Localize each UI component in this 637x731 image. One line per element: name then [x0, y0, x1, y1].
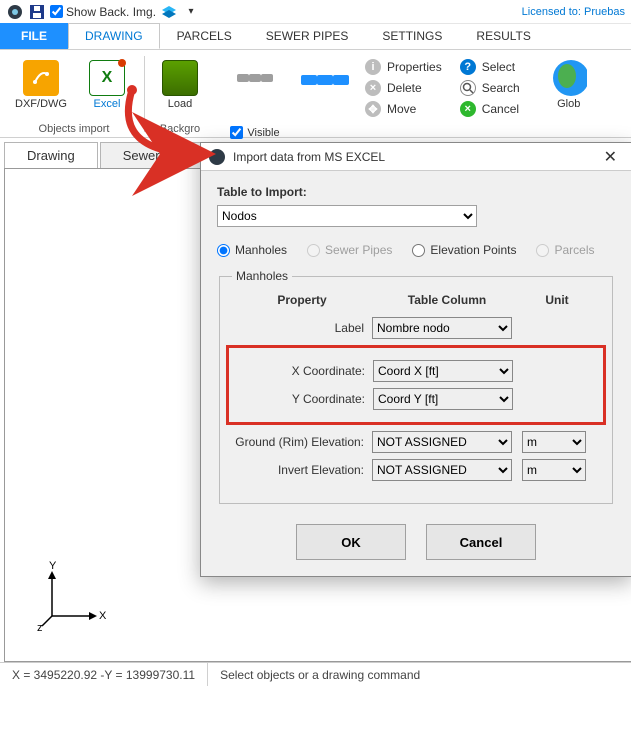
- radio-manholes[interactable]: Manholes: [217, 243, 287, 257]
- question-icon: ?: [460, 59, 476, 75]
- table-to-import-label: Table to Import:: [217, 185, 615, 199]
- globe-label: Glob: [557, 98, 580, 110]
- radio-sewer-pipes: Sewer Pipes: [307, 243, 392, 257]
- tab-drawing[interactable]: DRAWING: [68, 23, 160, 49]
- ribbon-tabs: FILE DRAWING PARCELS SEWER PIPES SETTING…: [0, 24, 637, 50]
- manholes-group: Manholes Property Table Column Unit Labe…: [219, 269, 613, 504]
- table-to-import-select[interactable]: Nodos: [217, 205, 477, 227]
- svg-text:z: z: [37, 622, 43, 631]
- dxf-label: DXF/DWG: [15, 98, 67, 110]
- load-label: Load: [168, 98, 192, 110]
- ground-elev-column-select[interactable]: NOT ASSIGNED: [372, 431, 512, 453]
- commands-right-column: ?Select Search ×Cancel: [460, 56, 520, 120]
- invert-elev-property: Invert Elevation:: [232, 463, 372, 477]
- radio-parcels: Parcels: [536, 243, 594, 257]
- invert-elev-column-select[interactable]: NOT ASSIGNED: [372, 459, 512, 481]
- visible-label: Visible: [247, 127, 279, 139]
- invert-elev-unit-select[interactable]: m: [522, 459, 586, 481]
- import-excel-dialog: Import data from MS EXCEL ✕ Table to Imp…: [200, 142, 632, 577]
- ycoord-column-select[interactable]: Coord Y [ft]: [373, 388, 513, 410]
- excel-icon: X: [89, 60, 125, 96]
- axis-indicator: Y X z: [37, 561, 107, 631]
- header-unit: Unit: [522, 293, 592, 307]
- dxf-dwg-button[interactable]: DXF/DWG: [12, 56, 70, 110]
- dialog-app-icon: [209, 149, 225, 165]
- row-xcoord: X Coordinate: Coord X [ft]: [233, 360, 599, 382]
- app-icon: [6, 3, 24, 21]
- visible-layers-button[interactable]: [235, 56, 275, 96]
- ribbon-panel: DXF/DWG X Excel Objects import Load Back…: [0, 50, 637, 138]
- ok-button[interactable]: OK: [296, 524, 406, 560]
- xcoord-property: X Coordinate:: [233, 364, 373, 378]
- search-icon: [460, 80, 476, 96]
- load-background-button[interactable]: Load: [151, 56, 209, 110]
- tab-settings[interactable]: SETTINGS: [365, 23, 459, 49]
- layer-stack-blue-icon: [301, 60, 349, 100]
- layer-stack-gray-icon: [237, 60, 273, 96]
- delete-x-icon: ×: [365, 80, 381, 96]
- dialog-buttons: OK Cancel: [217, 524, 615, 560]
- row-ycoord: Y Coordinate: Coord Y [ft]: [233, 388, 599, 410]
- properties-command[interactable]: iProperties: [365, 57, 442, 77]
- svg-text:Y: Y: [49, 561, 57, 572]
- radio-elevation-points[interactable]: Elevation Points: [412, 243, 516, 257]
- entity-type-radios: Manholes Sewer Pipes Elevation Points Pa…: [217, 243, 615, 257]
- ground-elev-property: Ground (Rim) Elevation:: [232, 435, 372, 449]
- label-column-select[interactable]: Nombre nodo: [372, 317, 512, 339]
- tab-file[interactable]: FILE: [0, 23, 68, 49]
- dialog-close-button[interactable]: ✕: [598, 147, 623, 167]
- objects-import-group-label: Objects import: [4, 123, 144, 135]
- cancel-button[interactable]: Cancel: [426, 524, 536, 560]
- search-command[interactable]: Search: [460, 78, 520, 98]
- move-command[interactable]: ✥Move: [365, 99, 442, 119]
- delete-command[interactable]: ×Delete: [365, 78, 442, 98]
- header-table-column: Table Column: [372, 293, 522, 307]
- background-group-label: Backgro: [145, 123, 215, 135]
- qat-dropdown-icon[interactable]: ▾: [182, 3, 200, 21]
- svg-text:X: X: [99, 610, 107, 622]
- header-property: Property: [232, 293, 372, 307]
- dialog-title: Import data from MS EXCEL: [233, 150, 598, 164]
- status-bar: X = 3495220.92 -Y = 13999730.11 Select o…: [0, 662, 637, 686]
- license-label: Licensed to: Pruebas: [522, 6, 625, 18]
- save-icon[interactable]: [28, 3, 46, 21]
- row-invert-elev: Invert Elevation: NOT ASSIGNED m: [232, 459, 600, 481]
- select-command[interactable]: ?Select: [460, 57, 520, 77]
- commands-left-column: iProperties ×Delete ✥Move: [365, 56, 442, 120]
- label-property: Label: [232, 321, 372, 335]
- quick-access-toolbar: Show Back. Img. ▾ Licensed to: Pruebas: [0, 0, 637, 24]
- load-background-icon: [162, 60, 198, 96]
- xcoord-column-select[interactable]: Coord X [ft]: [373, 360, 513, 382]
- globe-icon: [551, 60, 587, 96]
- row-label: Label Nombre nodo: [232, 317, 600, 339]
- cancel-x-icon: ×: [460, 101, 476, 117]
- coord-highlight: X Coordinate: Coord X [ft] Y Coordinate:…: [226, 345, 606, 425]
- doc-tab-drawing[interactable]: Drawing: [4, 142, 98, 168]
- dxf-icon: [23, 60, 59, 96]
- tab-results[interactable]: RESULTS: [459, 23, 547, 49]
- visible-checkbox[interactable]: Visible: [230, 126, 279, 139]
- dialog-titlebar[interactable]: Import data from MS EXCEL ✕: [201, 143, 631, 171]
- ycoord-property: Y Coordinate:: [233, 392, 373, 406]
- globe-button[interactable]: Glob: [540, 56, 598, 110]
- move-icon: ✥: [365, 101, 381, 117]
- screenshot-torn-edge: [631, 0, 637, 731]
- grid-header: Property Table Column Unit: [232, 293, 600, 307]
- info-icon: i: [365, 59, 381, 75]
- show-back-img-toggle[interactable]: Show Back. Img.: [50, 3, 156, 21]
- layers-qat-icon[interactable]: [160, 3, 178, 21]
- ground-elev-unit-select[interactable]: m: [522, 431, 586, 453]
- row-ground-elev: Ground (Rim) Elevation: NOT ASSIGNED m: [232, 431, 600, 453]
- show-back-img-label: Show Back. Img.: [66, 5, 156, 19]
- excel-import-button[interactable]: X Excel: [78, 56, 136, 110]
- cancel-command[interactable]: ×Cancel: [460, 99, 520, 119]
- manholes-group-legend: Manholes: [232, 269, 292, 283]
- tab-sewer-pipes[interactable]: SEWER PIPES: [249, 23, 366, 49]
- status-coords: X = 3495220.92 -Y = 13999730.11: [0, 663, 208, 686]
- status-hint: Select objects or a drawing command: [208, 663, 637, 686]
- tab-parcels[interactable]: PARCELS: [160, 23, 249, 49]
- blue-layers-button[interactable]: [296, 56, 354, 100]
- excel-label: Excel: [94, 98, 121, 110]
